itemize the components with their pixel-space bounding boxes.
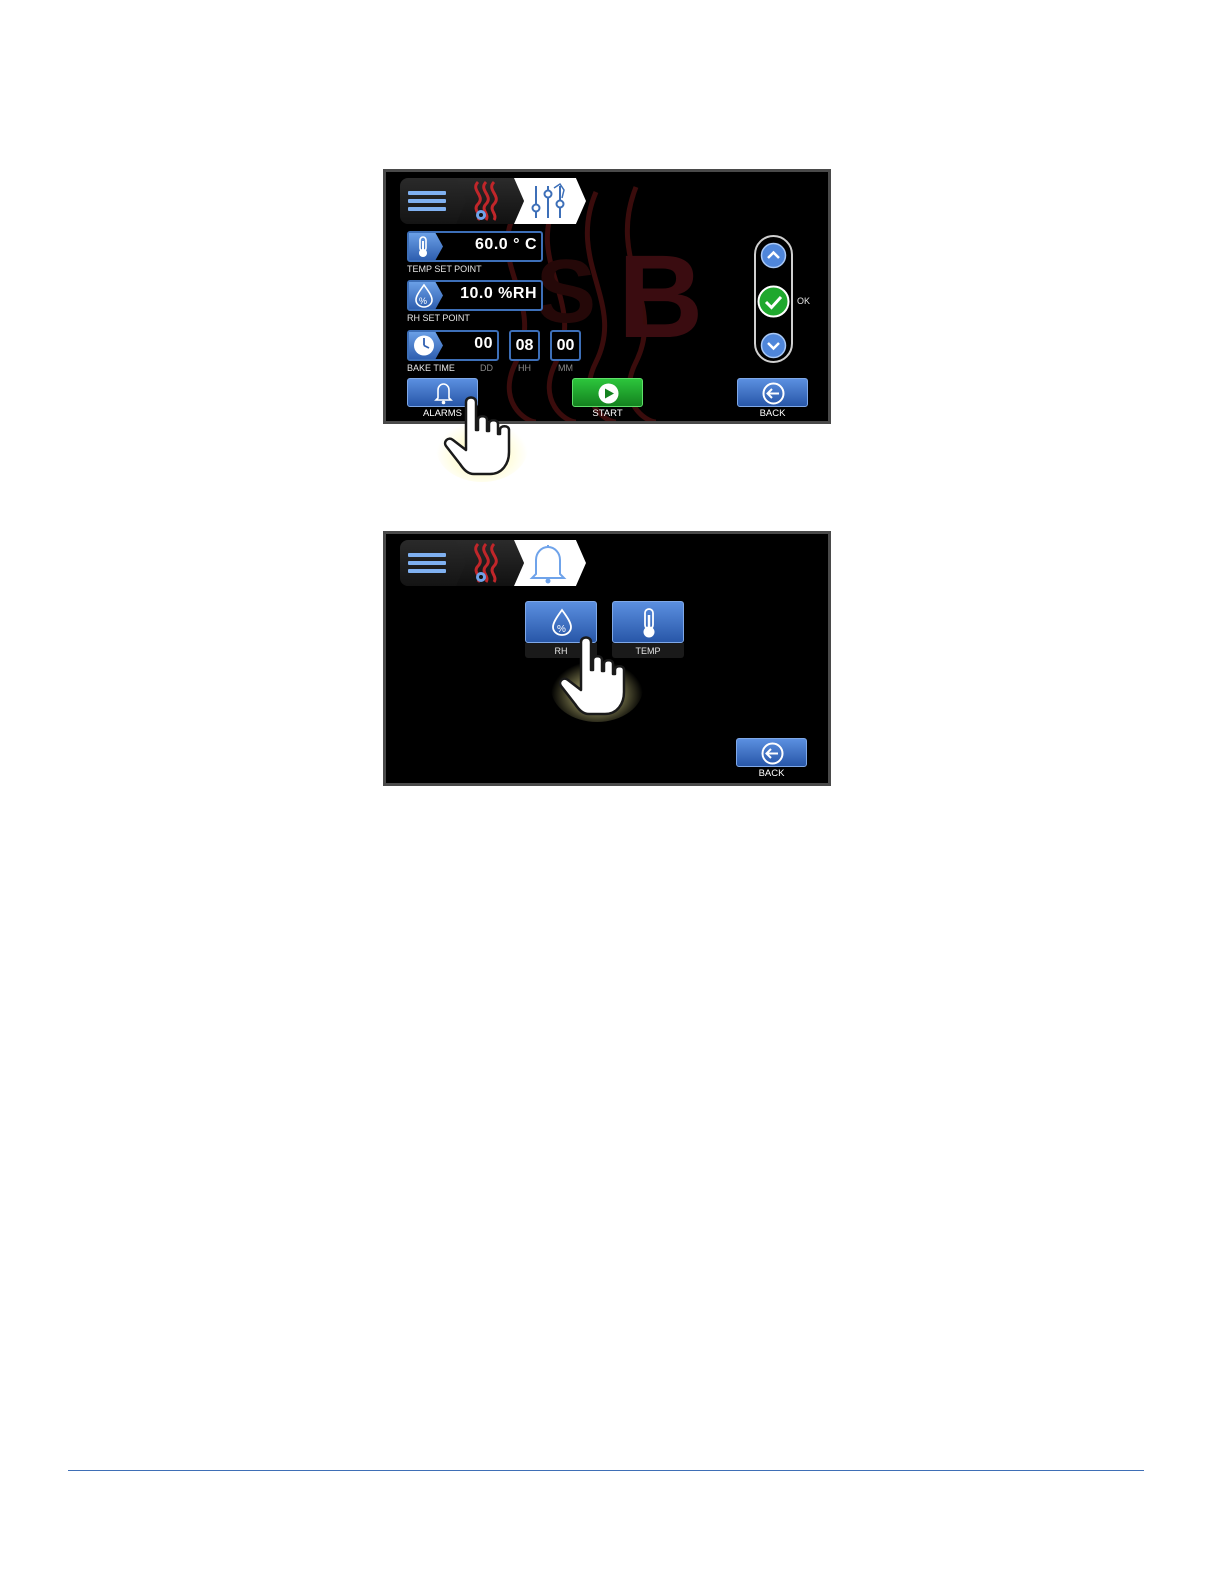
back-label: BACK xyxy=(758,768,785,779)
bake-setup-screen: B S 60.0 ° C TEMP SET POINT % 10.0 %RH R… xyxy=(383,169,831,424)
temp-field-icon xyxy=(409,233,443,260)
humidity-drop-icon: % xyxy=(552,608,572,636)
back-arrow-icon xyxy=(761,742,784,765)
humidity-drop-icon: % xyxy=(415,283,433,308)
svg-text:S: S xyxy=(536,242,596,342)
temp-set-point-value: 60.0 ° C xyxy=(475,236,537,253)
down-button[interactable] xyxy=(760,332,787,359)
manual-settings-icon xyxy=(531,182,565,218)
thermometer-icon xyxy=(643,608,655,638)
start-button[interactable] xyxy=(572,378,643,407)
clock-icon xyxy=(414,335,434,356)
breadcrumb-heat-settings[interactable] xyxy=(456,178,526,224)
thermometer-icon xyxy=(419,236,427,257)
bake-time-minutes-field[interactable]: 00 xyxy=(550,330,581,361)
rh-alarm-label: RH xyxy=(554,646,568,656)
back-button[interactable] xyxy=(736,738,807,767)
bake-time-dd-value: 00 xyxy=(474,335,493,352)
start-label: START xyxy=(592,408,623,419)
rh-alarm-button[interactable]: % xyxy=(525,601,597,643)
breadcrumb-alarms[interactable] xyxy=(514,540,586,586)
heat-settings-icon xyxy=(474,542,498,583)
alarms-label: ALARMS xyxy=(422,408,463,419)
hh-unit-label: HH xyxy=(518,363,531,373)
bake-time-hours-field[interactable]: 08 xyxy=(509,330,540,361)
rh-set-point-label: RH SET POINT xyxy=(407,313,470,323)
breadcrumb-heat-settings[interactable] xyxy=(456,540,526,586)
check-icon xyxy=(757,285,790,318)
temp-alarm-button[interactable] xyxy=(612,601,684,643)
bake-time-label: BAKE TIME xyxy=(407,363,455,373)
mm-unit-label: MM xyxy=(558,363,573,373)
back-button[interactable] xyxy=(737,378,808,407)
bell-icon xyxy=(434,383,453,405)
back-label: BACK xyxy=(759,408,786,419)
temp-alarm-label: TEMP xyxy=(635,646,661,656)
back-arrow-icon xyxy=(762,382,785,405)
svg-text:%: % xyxy=(557,624,566,635)
heat-settings-icon xyxy=(474,180,498,221)
play-icon xyxy=(598,383,619,404)
bake-time-days-field[interactable]: 00 xyxy=(407,330,499,361)
rh-field-icon: % xyxy=(409,282,443,309)
temp-set-point-field[interactable]: 60.0 ° C xyxy=(407,231,543,262)
alarms-screen: % RH TEMP BACK xyxy=(383,531,831,786)
ok-label: OK xyxy=(797,296,811,306)
chevron-down-icon xyxy=(760,332,787,359)
value-adjust-pill xyxy=(754,235,793,363)
svg-text:B: B xyxy=(618,231,703,363)
up-button[interactable] xyxy=(760,242,787,269)
footer-divider xyxy=(68,1470,1144,1471)
chevron-up-icon xyxy=(760,242,787,269)
alarms-button[interactable] xyxy=(407,378,478,407)
temp-set-point-label: TEMP SET POINT xyxy=(407,264,482,274)
dd-unit-label: DD xyxy=(480,363,493,373)
bell-icon xyxy=(529,545,567,584)
bake-field-icon xyxy=(409,332,443,359)
ok-button[interactable] xyxy=(757,285,790,318)
breadcrumb-manual-settings[interactable] xyxy=(514,178,586,224)
rh-set-point-value: 10.0 %RH xyxy=(460,285,537,302)
rh-set-point-field[interactable]: % 10.0 %RH xyxy=(407,280,543,311)
svg-text:%: % xyxy=(419,296,427,306)
